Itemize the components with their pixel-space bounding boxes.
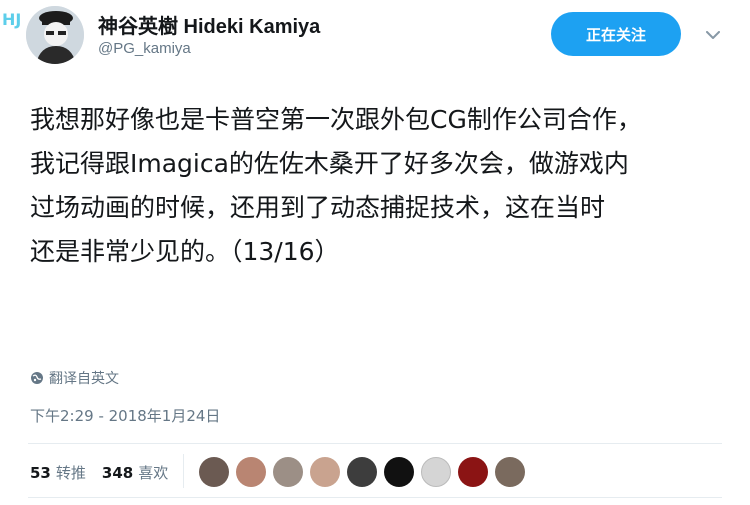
tweet-line: 还是非常少见的。（13/16）	[30, 237, 340, 266]
divider	[28, 443, 722, 444]
engagement-stats: 53 转推 348 喜欢	[30, 462, 184, 483]
tweet-line: 过场动画的时候，还用到了动态捕捉技术，这在当时	[30, 193, 606, 222]
following-button[interactable]: 正在关注	[551, 12, 681, 56]
like-number: 348	[101, 463, 134, 482]
like-count[interactable]: 348 喜欢	[102, 462, 168, 483]
retweet-count[interactable]: 53 转推	[30, 462, 86, 483]
retweet-number: 53	[30, 463, 51, 482]
liker-avatar[interactable]	[421, 457, 451, 487]
liker-avatar[interactable]	[384, 457, 414, 487]
chevron-down-icon[interactable]	[702, 24, 724, 46]
liker-avatar[interactable]	[236, 457, 266, 487]
translate-label[interactable]: 翻译自英文	[49, 368, 119, 388]
stats-separator	[183, 454, 184, 488]
tweet-line: 我记得跟Imagica的佐佐木桑开了好多次会，做游戏内	[30, 149, 629, 178]
display-name[interactable]: 神谷英樹 Hideki Kamiya	[98, 10, 320, 39]
liker-avatar[interactable]	[495, 457, 525, 487]
liker-avatar[interactable]	[273, 457, 303, 487]
liker-avatars	[199, 457, 532, 487]
liker-avatar[interactable]	[310, 457, 340, 487]
divider	[28, 497, 722, 498]
like-label: 喜欢	[138, 464, 169, 482]
translate-link[interactable]: 翻译自英文	[30, 368, 119, 388]
watermark: HJ	[2, 10, 22, 29]
tweet-line: 我想那好像也是卡普空第一次跟外包CG制作公司合作，	[30, 105, 642, 134]
liker-avatar[interactable]	[199, 457, 229, 487]
retweet-label: 转推	[55, 464, 86, 482]
liker-avatar[interactable]	[347, 457, 377, 487]
handle[interactable]: @PG_kamiya	[98, 40, 191, 57]
globe-icon	[31, 372, 43, 384]
timestamp[interactable]: 下午2:29 - 2018年1月24日	[30, 405, 220, 426]
tweet-text: 我想那好像也是卡普空第一次跟外包CG制作公司合作， 我记得跟Imagica的佐佐…	[30, 98, 720, 274]
liker-avatar[interactable]	[458, 457, 488, 487]
